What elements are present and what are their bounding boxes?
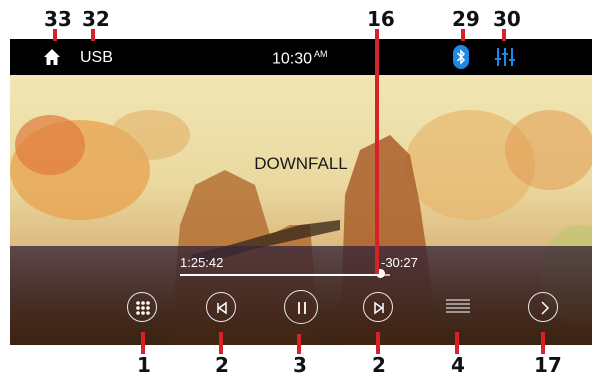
callout-play-pause: 3	[293, 353, 307, 377]
leader-equalizer	[502, 29, 506, 41]
clock-time: 10:30	[272, 50, 313, 68]
clock-ampm: AM	[314, 49, 328, 59]
callout-equalizer: 30	[493, 7, 521, 31]
leader-next	[376, 332, 380, 354]
callout-bluetooth: 29	[452, 7, 480, 31]
equalizer-icon[interactable]	[494, 46, 516, 68]
next-track-icon	[374, 301, 384, 315]
clock: 10:30 AM	[272, 49, 328, 68]
head-unit-screen: USB 10:30 AM DOWNFALL 1:25:42 -30:27	[10, 39, 592, 345]
leader-more	[541, 332, 545, 354]
callout-apps: 1	[137, 353, 151, 377]
callout-more: 17	[534, 353, 562, 377]
callout-list: 4	[451, 353, 465, 377]
leader-progress	[375, 29, 379, 274]
list-button[interactable]	[443, 292, 473, 322]
apps-button[interactable]	[127, 292, 157, 322]
track-title: DOWNFALL	[254, 154, 348, 173]
progress-fill	[180, 274, 379, 276]
apps-grid-icon	[136, 301, 150, 315]
home-icon[interactable]	[43, 48, 61, 66]
callout-next: 2	[372, 353, 386, 377]
leader-apps	[141, 332, 145, 354]
source-label: USB	[80, 49, 113, 66]
leader-play-pause	[297, 334, 301, 354]
chevron-right-icon	[541, 301, 550, 315]
remaining-time: -30:27	[381, 255, 418, 270]
leader-source	[91, 29, 95, 41]
progress-bar[interactable]	[180, 274, 390, 276]
leader-home	[53, 29, 57, 41]
list-icon	[446, 299, 470, 313]
callout-progress: 16	[367, 7, 395, 31]
next-track-button[interactable]	[363, 292, 393, 322]
previous-track-button[interactable]	[206, 292, 236, 322]
status-bar: USB 10:30 AM	[10, 39, 592, 75]
leader-bluetooth	[461, 29, 465, 41]
pause-icon	[298, 302, 306, 314]
bluetooth-icon[interactable]	[453, 45, 469, 69]
callout-source: 32	[82, 7, 110, 31]
more-button[interactable]	[528, 292, 558, 322]
previous-track-icon	[217, 301, 227, 315]
callout-home: 33	[44, 7, 72, 31]
leader-prev	[219, 332, 223, 354]
leader-list	[455, 332, 459, 354]
elapsed-time: 1:25:42	[180, 255, 224, 270]
play-pause-button[interactable]	[284, 290, 318, 324]
callout-prev: 2	[215, 353, 229, 377]
